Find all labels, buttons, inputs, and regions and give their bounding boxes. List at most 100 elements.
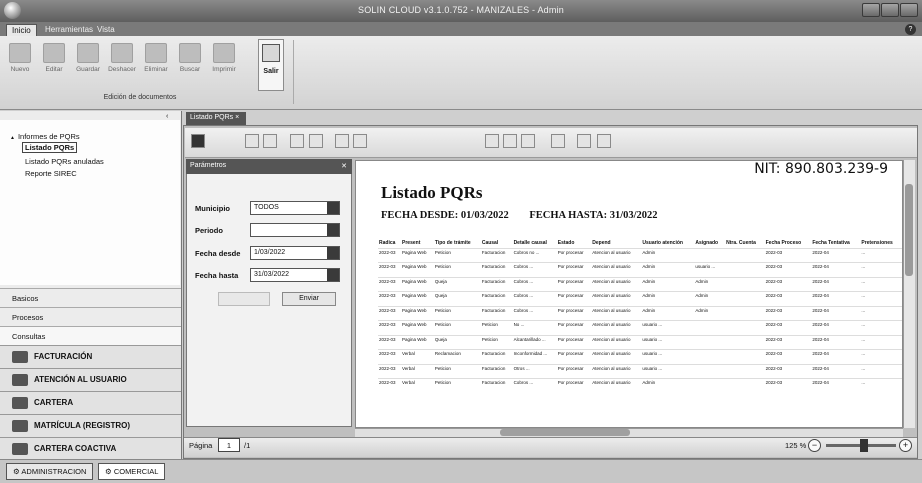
close-tab-icon[interactable]: ×	[235, 114, 239, 121]
company-nit: NIT: 890.803.239-9	[754, 161, 888, 177]
table-cell: Facturacion	[480, 262, 513, 277]
table-cell: Peticion	[433, 363, 481, 379]
table-cell: usuario ...	[641, 363, 695, 379]
first-page-icon[interactable]	[335, 134, 349, 148]
table-cell: ...	[860, 378, 902, 393]
module-facturacion[interactable]: FACTURACIÓN	[0, 345, 181, 368]
deshacer-button[interactable]: Deshacer	[106, 40, 138, 88]
save-report-icon[interactable]	[290, 134, 304, 148]
help-icon[interactable]: ?	[905, 24, 916, 35]
module-label: CARTERA	[34, 398, 74, 407]
table-cell: 2022-03	[378, 363, 402, 379]
nav-procesos[interactable]: Procesos	[0, 307, 181, 326]
chevron-down-icon[interactable]	[327, 224, 339, 236]
nav-basicos[interactable]: Basicos	[0, 288, 181, 307]
table-cell: 2022-03	[764, 262, 812, 277]
column-header: Fecha Proceso	[765, 239, 802, 246]
table-cell: Verbal	[401, 378, 434, 393]
tree-node-informes-pqrs[interactable]: Informes de PQRs	[10, 132, 80, 141]
tab-comercial[interactable]: ⚙ COMERCIAL	[98, 463, 166, 480]
page-number-input[interactable]: 1	[218, 438, 240, 452]
maximize-icon[interactable]	[881, 3, 899, 17]
table-cell: Atencion al usuario	[591, 247, 642, 263]
table-cell: 2022-03	[378, 349, 402, 364]
export-icon[interactable]	[577, 134, 591, 148]
imprimir-button[interactable]: Imprimir	[208, 40, 240, 88]
chevron-down-icon[interactable]	[327, 202, 339, 214]
table-cell	[725, 363, 765, 379]
buscar-button[interactable]: Buscar	[174, 40, 206, 88]
email-icon[interactable]	[597, 134, 611, 148]
municipio-select[interactable]: TODOS	[250, 201, 340, 215]
table-cell: ...	[860, 305, 902, 321]
table-cell: 2022-03	[764, 247, 812, 263]
table-cell: Por procesar	[556, 276, 592, 292]
table-cell: 2022-03	[764, 363, 812, 379]
guardar-button[interactable]: Guardar	[72, 40, 104, 88]
reset-button[interactable]	[218, 292, 270, 306]
module-cartera-coactiva[interactable]: CARTERA COACTIVA	[0, 437, 181, 459]
report-viewer-toolbar	[185, 128, 917, 158]
table-cell: Admin	[641, 291, 695, 306]
page-layout-icon[interactable]	[551, 134, 565, 148]
title-bar: SOLIN CLOUD v3.1.0.752 - MANIZALES - Adm…	[0, 0, 922, 22]
table-cell: Por procesar	[556, 247, 592, 263]
table-cell: Atencion al usuario	[591, 305, 642, 321]
tab-vista[interactable]: Vista	[92, 24, 120, 36]
fecha-desde-value: 1/03/2022	[254, 249, 286, 256]
calendar-icon[interactable]	[327, 269, 339, 281]
eliminar-button[interactable]: Eliminar	[140, 40, 172, 88]
table-cell	[694, 334, 726, 350]
folder-icon[interactable]	[263, 134, 277, 148]
module-cartera[interactable]: CARTERA	[0, 391, 181, 414]
save-icon	[77, 43, 99, 63]
tab-administracion[interactable]: ⚙ ADMINISTRACION	[6, 463, 94, 480]
zoom-slider-thumb[interactable]	[860, 439, 868, 452]
tree-item-listado-pqrs[interactable]: Listado PQRs	[22, 142, 78, 153]
close-icon[interactable]	[900, 3, 918, 17]
column-header: Radica	[379, 239, 396, 246]
calendar-icon[interactable]	[327, 247, 339, 259]
parameters-toggle-icon[interactable]	[191, 134, 205, 148]
ribbon: Nuevo Editar Guardar Deshacer Eliminar B…	[0, 36, 922, 110]
table-cell: Por procesar	[556, 320, 592, 335]
print-report-icon[interactable]	[309, 134, 323, 148]
table-cell: Admin	[641, 262, 695, 277]
tab-herramientas[interactable]: Herramientas	[40, 24, 98, 36]
horizontal-scroll-thumb[interactable]	[500, 429, 630, 436]
table-cell: Atencion al usuario	[591, 363, 642, 379]
table-cell: Pagina Web	[401, 334, 434, 350]
module-matricula[interactable]: MATRÍCULA (REGISTRO)	[0, 414, 181, 437]
salir-button[interactable]: Salir	[258, 39, 284, 91]
column-header: Causal	[481, 239, 499, 246]
find-icon[interactable]	[485, 134, 499, 148]
table-cell: Facturacion	[480, 247, 513, 263]
ribbon-divider	[293, 40, 294, 104]
fecha-hasta-field[interactable]: 31/03/2022	[250, 268, 340, 282]
fecha-desde-field[interactable]: 1/03/2022	[250, 246, 340, 260]
minimize-icon[interactable]	[862, 3, 880, 17]
tab-inicio[interactable]: Inicio	[6, 24, 37, 36]
window-title: SOLIN CLOUD v3.1.0.752 - MANIZALES - Adm…	[358, 5, 564, 15]
tree-item-listado-pqrs-anuladas[interactable]: Listado PQRs anuladas	[25, 157, 104, 166]
nuevo-button[interactable]: Nuevo	[4, 40, 36, 88]
table-cell	[694, 320, 726, 335]
document-tab-listado-pqrs[interactable]: Listado PQRs ×	[186, 112, 246, 125]
zoom-minus-icon[interactable]: −	[808, 439, 821, 452]
editar-button[interactable]: Editar	[38, 40, 70, 88]
table-cell: Atencion al usuario	[591, 378, 642, 393]
nav-consultas[interactable]: Consultas	[0, 326, 181, 345]
zoom-plus-icon[interactable]: +	[899, 439, 912, 452]
prev-page-icon[interactable]	[353, 134, 367, 148]
vertical-scroll-thumb[interactable]	[905, 184, 913, 276]
enviar-button[interactable]: Enviar	[282, 292, 336, 306]
tree-item-reporte-sirec[interactable]: Reporte SIREC	[25, 169, 77, 178]
open-icon[interactable]	[245, 134, 259, 148]
zoom-out-icon[interactable]	[503, 134, 517, 148]
table-cell: Facturacion	[480, 291, 513, 306]
close-parameters-icon[interactable]: ✕	[341, 162, 347, 170]
module-atencion-usuario[interactable]: ATENCIÓN AL USUARIO	[0, 368, 181, 391]
table-cell: Facturacion	[480, 305, 513, 321]
zoom-in-icon[interactable]	[521, 134, 535, 148]
periodo-select[interactable]	[250, 223, 340, 237]
